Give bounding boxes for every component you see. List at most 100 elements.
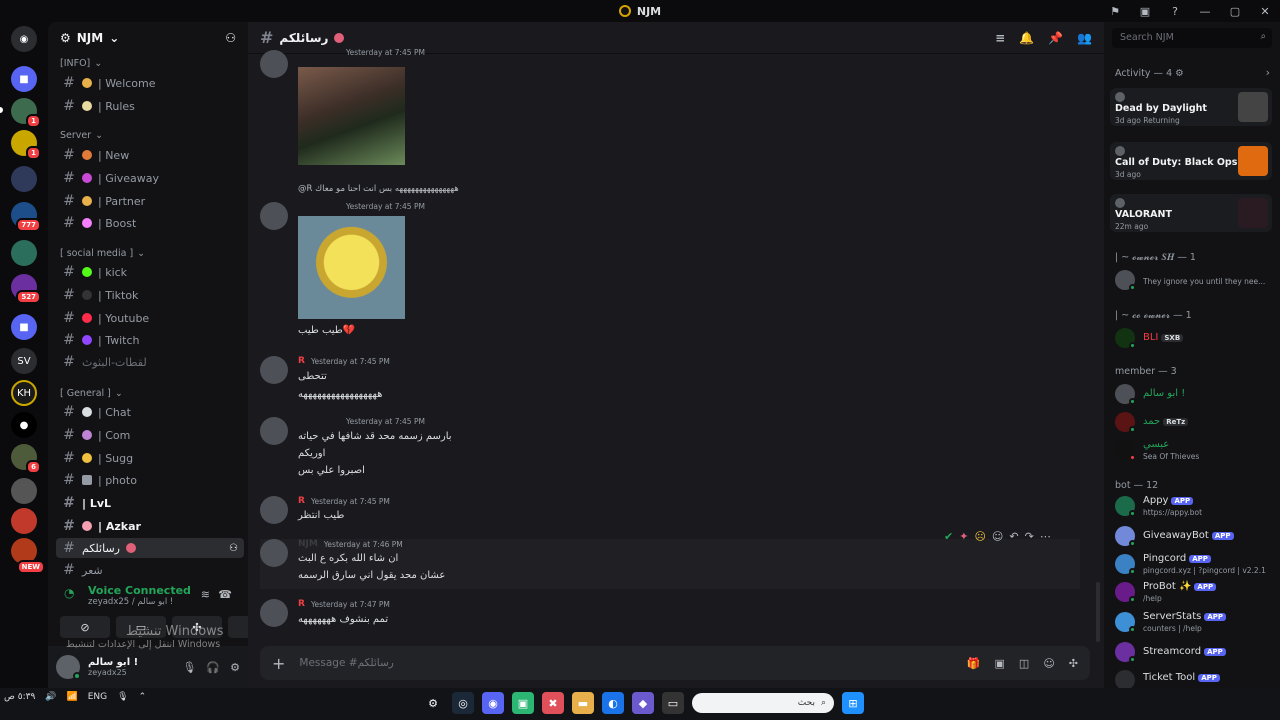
add-member-icon[interactable]: ⚇ bbox=[229, 543, 238, 554]
close-button[interactable]: ✕ bbox=[1250, 5, 1280, 18]
inbox-icon[interactable]: ▣ bbox=[1130, 5, 1160, 18]
task-view-icon[interactable]: ▭ bbox=[662, 692, 684, 714]
gift-icon[interactable]: 🎁 bbox=[967, 657, 981, 670]
chevron-right-icon[interactable]: › bbox=[1266, 66, 1270, 79]
member-list-icon[interactable]: 👥 bbox=[1077, 31, 1092, 45]
category-general[interactable]: [ General ] ⌄ bbox=[60, 388, 123, 399]
server-icon[interactable]: SV bbox=[11, 348, 37, 374]
microphone-icon[interactable]: 🎙 bbox=[182, 661, 196, 674]
flag-icon[interactable]: ⚑ bbox=[1100, 5, 1130, 18]
channel-poetry[interactable]: # شعر bbox=[56, 560, 244, 580]
category-info[interactable]: [INFO] ⌄ bbox=[60, 58, 102, 69]
notification-bell-icon[interactable]: 🔔 bbox=[1019, 31, 1034, 45]
microphone-icon[interactable]: 🎙 bbox=[117, 692, 128, 702]
discord-home-icon[interactable]: ◉ bbox=[11, 26, 37, 52]
channel-lvl[interactable]: # | LvL bbox=[56, 493, 244, 513]
channel-chat[interactable]: # | Chat bbox=[56, 402, 244, 422]
avatar[interactable] bbox=[260, 50, 288, 78]
discord-app-icon[interactable]: ◉ bbox=[482, 692, 504, 714]
channel-twitch[interactable]: # | Twitch bbox=[56, 330, 244, 350]
reply-icon[interactable]: ↶ bbox=[1009, 530, 1018, 543]
server-folder-icon[interactable]: 777 bbox=[11, 202, 41, 232]
apps-icon[interactable]: ✣ bbox=[1069, 657, 1078, 670]
server-icon[interactable]: ● bbox=[11, 412, 37, 438]
app-icon[interactable]: ✖ bbox=[542, 692, 564, 714]
settings-gear-icon[interactable]: ⚙ bbox=[230, 661, 240, 674]
chevron-up-icon[interactable]: ⌃ bbox=[139, 692, 147, 702]
member-item[interactable]: عبسي Sea Of Thieves bbox=[1115, 438, 1275, 464]
server-icon[interactable]: 6 bbox=[11, 444, 41, 474]
avatar[interactable] bbox=[260, 417, 288, 445]
search-input[interactable]: Search NJM ⌕ bbox=[1112, 28, 1272, 48]
sticker-icon[interactable]: ◫ bbox=[1019, 657, 1029, 670]
server-icon[interactable] bbox=[11, 478, 37, 504]
avatar[interactable] bbox=[260, 539, 288, 567]
network-icon[interactable]: 📶 bbox=[67, 692, 78, 702]
edge-browser-icon[interactable]: ◐ bbox=[602, 692, 624, 714]
activity-card[interactable]: VALORANT 22m ago bbox=[1110, 194, 1272, 232]
noise-suppression-icon[interactable]: ≋ bbox=[201, 588, 210, 601]
headphones-icon[interactable]: 🎧 bbox=[206, 661, 220, 674]
bot-item[interactable]: ServerStats APP counters | /help bbox=[1115, 610, 1275, 636]
scrollbar[interactable] bbox=[1096, 582, 1100, 642]
server-icon[interactable]: KH bbox=[11, 380, 37, 406]
bot-item[interactable]: Appy APP https://appy.bot bbox=[1115, 494, 1275, 520]
server-header[interactable]: ⚙ NJM ⌄ ⚇ bbox=[48, 22, 248, 54]
bot-item[interactable]: Pingcord APP pingcord.xyz | ?pingcord | v… bbox=[1115, 552, 1275, 578]
channel-com[interactable]: # | Com bbox=[56, 425, 244, 445]
invite-icon[interactable]: ⚇ bbox=[225, 31, 236, 45]
file-explorer-icon[interactable]: ▬ bbox=[572, 692, 594, 714]
add-reaction-icon[interactable]: ☺ bbox=[992, 530, 1003, 543]
channel-partner[interactable]: # | Partner bbox=[56, 191, 244, 211]
avatar[interactable] bbox=[260, 599, 288, 627]
channel-giveaway[interactable]: # | Giveaway bbox=[56, 168, 244, 188]
activity-card[interactable]: Dead by Daylight 3d ago Returning bbox=[1110, 88, 1272, 126]
avatar[interactable] bbox=[260, 496, 288, 524]
channel-new[interactable]: # | New bbox=[56, 145, 244, 165]
volume-icon[interactable]: 🔊 bbox=[45, 692, 56, 702]
gear-icon[interactable]: ⚙ bbox=[1175, 68, 1184, 79]
channel-azkar[interactable]: # | Azkar bbox=[56, 516, 244, 536]
server-folder-icon[interactable] bbox=[11, 240, 37, 266]
member-item[interactable]: They ignore you until they nee... bbox=[1115, 268, 1275, 294]
channel-sugg[interactable]: # | Sugg bbox=[56, 448, 244, 468]
forward-icon[interactable]: ↷ bbox=[1025, 530, 1034, 543]
channel-boost[interactable]: # | Boost bbox=[56, 213, 244, 233]
spongebob-image-attachment[interactable] bbox=[298, 216, 405, 319]
bot-item[interactable]: Streamcord APP bbox=[1115, 640, 1275, 666]
app-icon[interactable]: ▣ bbox=[512, 692, 534, 714]
folder-icon[interactable]: ■ bbox=[11, 314, 37, 340]
pin-icon[interactable]: 📌 bbox=[1048, 31, 1063, 45]
channel-welcome[interactable]: # | Welcome bbox=[56, 73, 244, 93]
add-attachment-icon[interactable]: + bbox=[272, 654, 285, 673]
server-icon[interactable]: NEW bbox=[11, 538, 45, 574]
settings-app-icon[interactable]: ⚙ bbox=[422, 692, 444, 714]
bot-item[interactable]: GiveawayBot APP bbox=[1115, 524, 1275, 550]
channel-photo[interactable]: # | photo bbox=[56, 470, 244, 490]
copilot-icon[interactable]: ◆ bbox=[632, 692, 654, 714]
channel-kick[interactable]: # | kick bbox=[56, 262, 244, 282]
channel-youtube[interactable]: # | Youtube bbox=[56, 308, 244, 328]
avatar[interactable] bbox=[260, 356, 288, 384]
disconnect-icon[interactable]: ☎ bbox=[218, 588, 232, 601]
avatar[interactable] bbox=[260, 202, 288, 230]
minimize-button[interactable]: — bbox=[1190, 5, 1220, 18]
member-item[interactable]: حمد ReTz bbox=[1115, 410, 1275, 436]
folder-icon[interactable]: ■ bbox=[11, 66, 37, 92]
message-composer[interactable]: + Message #رسائلكم 🎁 ▣ ◫ ☺ ✣ bbox=[260, 646, 1090, 680]
server-icon[interactable] bbox=[11, 508, 37, 534]
category-server[interactable]: Server ⌄ bbox=[60, 130, 103, 141]
windows-start-icon[interactable]: ⊞ bbox=[842, 692, 864, 714]
help-icon[interactable]: ? bbox=[1160, 5, 1190, 18]
activity-card[interactable]: Call of Duty: Black Ops III 3d ago bbox=[1110, 142, 1272, 180]
server-icon[interactable]: 1 bbox=[11, 98, 41, 128]
gif-icon[interactable]: ▣ bbox=[995, 657, 1005, 670]
member-item[interactable]: BLI SXB bbox=[1115, 326, 1275, 352]
check-reaction-icon[interactable]: ✔ bbox=[944, 530, 953, 543]
channel-messages-active[interactable]: # رسائلكم ⚇ bbox=[56, 538, 244, 558]
channel-rules[interactable]: # | Rules bbox=[56, 96, 244, 116]
maximize-button[interactable]: ▢ bbox=[1220, 5, 1250, 18]
sad-reaction-icon[interactable]: ☹ bbox=[974, 530, 985, 543]
threads-icon[interactable]: ≡ bbox=[995, 31, 1005, 45]
server-folder-icon[interactable] bbox=[11, 166, 37, 192]
